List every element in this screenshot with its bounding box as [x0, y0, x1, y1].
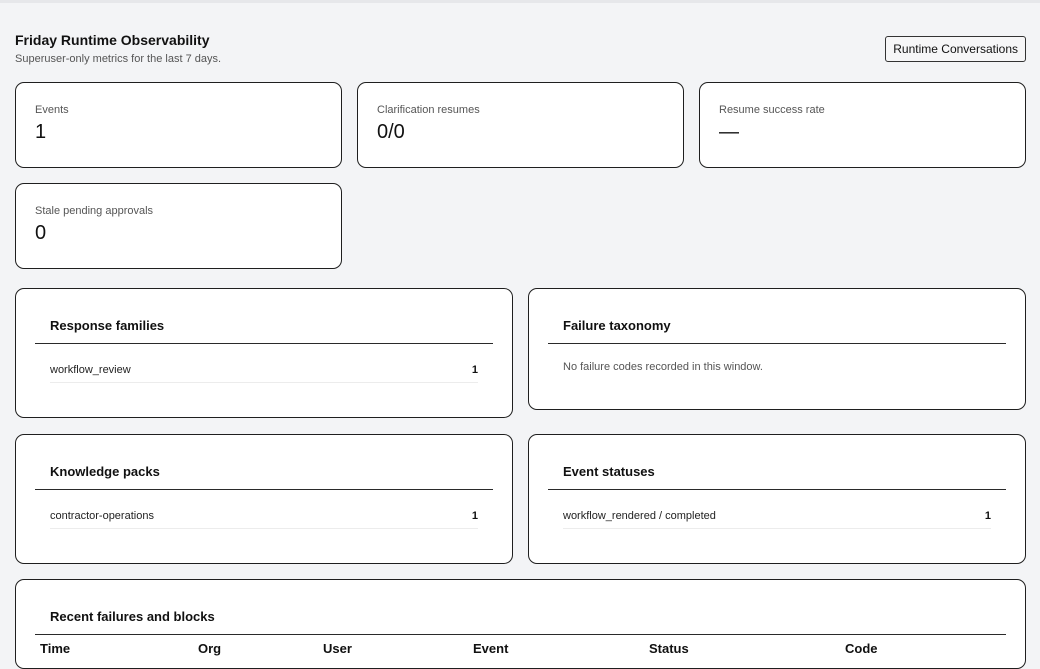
metric-value: 0: [35, 222, 47, 244]
metric-card-stale-pending-approvals: Stale pending approvals 0: [15, 183, 342, 269]
metric-card-resume-success-rate: Resume success rate —: [699, 82, 1026, 168]
column-header-status: Status: [649, 641, 689, 656]
page-subtitle: Superuser-only metrics for the last 7 da…: [15, 53, 222, 65]
column-header-time: Time: [40, 641, 71, 656]
list-item: contractor-operations 1: [50, 505, 478, 529]
observability-page: Friday Runtime Observability Superuser-o…: [0, 0, 1040, 669]
metric-label: Events: [35, 104, 69, 116]
row-count: 1: [984, 510, 991, 522]
page-title: Friday Runtime Observability: [15, 32, 210, 48]
knowledge-packs-panel: Knowledge packs contractor-operations 1: [15, 434, 513, 564]
list-item: workflow_review 1: [50, 359, 478, 383]
failure-taxonomy-panel: Failure taxonomy No failure codes record…: [528, 288, 1026, 410]
metric-value: 1: [35, 121, 47, 143]
metric-label: Stale pending approvals: [35, 205, 154, 217]
metric-label: Clarification resumes: [377, 104, 480, 116]
panel-title: Recent failures and blocks: [50, 609, 215, 624]
column-header-org: Org: [198, 641, 222, 656]
row-label: workflow_review: [50, 364, 131, 376]
divider: [35, 343, 493, 344]
row-label: contractor-operations: [50, 510, 154, 522]
divider: [548, 343, 1006, 344]
empty-state-message: No failure codes recorded in this window…: [563, 361, 763, 373]
metric-card-clarification-resumes: Clarification resumes 0/0: [357, 82, 684, 168]
column-header-event: Event: [473, 641, 509, 656]
row-count: 1: [471, 364, 478, 376]
recent-failures-panel: Recent failures and blocks Time Org User…: [15, 579, 1026, 669]
column-header-user: User: [323, 641, 352, 656]
metric-card-events: Events 1: [15, 82, 342, 168]
divider: [548, 489, 1006, 490]
list-item: workflow_rendered / completed 1: [563, 505, 991, 529]
metric-value: —: [719, 121, 739, 143]
runtime-conversations-button[interactable]: Runtime Conversations: [885, 36, 1026, 62]
table-header: Time Org User Event Status Code: [35, 634, 1006, 664]
row-label: workflow_rendered / completed: [563, 510, 716, 522]
metric-label: Resume success rate: [719, 104, 825, 116]
response-families-panel: Response families workflow_review 1: [15, 288, 513, 418]
metric-value: 0/0: [377, 121, 405, 143]
column-header-code: Code: [845, 641, 878, 656]
panel-title: Event statuses: [563, 464, 655, 479]
page-header: Friday Runtime Observability Superuser-o…: [15, 32, 1026, 68]
row-count: 1: [471, 510, 478, 522]
panel-title: Response families: [50, 318, 165, 333]
panel-title: Knowledge packs: [50, 464, 160, 479]
event-statuses-panel: Event statuses workflow_rendered / compl…: [528, 434, 1026, 564]
panel-title: Failure taxonomy: [563, 318, 671, 333]
divider: [35, 489, 493, 490]
